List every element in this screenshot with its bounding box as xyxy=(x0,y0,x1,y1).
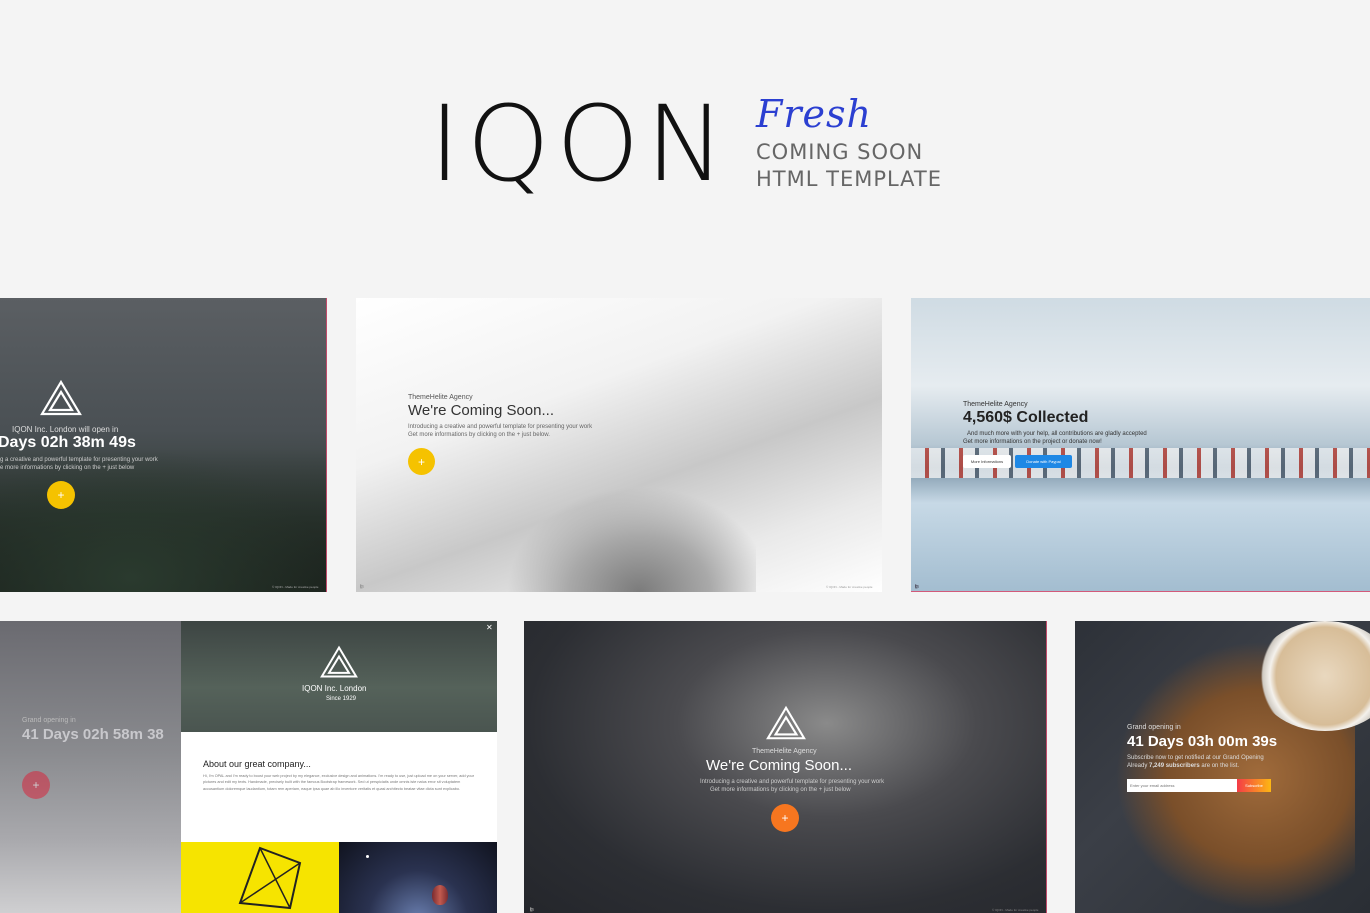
title-text: We're Coming Soon... xyxy=(408,402,554,419)
plus-button[interactable]: + xyxy=(771,804,799,832)
company-name: IQON Inc. London xyxy=(302,684,367,693)
subscribe-button[interactable]: Subscribe xyxy=(1237,779,1271,792)
preview-card-clouds[interactable]: ThemeHelite Agency We're Coming Soon... … xyxy=(356,298,882,592)
desc-pre: Already xyxy=(1127,763,1150,769)
keyboard-image xyxy=(0,621,181,913)
plus-button[interactable]: + xyxy=(408,448,435,475)
triangle-logo-icon xyxy=(40,380,82,416)
footer-text: © IQON - Made for creative people xyxy=(992,908,1039,912)
preview-card-about[interactable]: Grand opening in 41 Days 02h 58m 38 + IQ… xyxy=(0,621,497,913)
about-text: Hi, I'm OPAL and I'm ready to boost your… xyxy=(203,774,475,791)
description-line-2: e more informations by clicking on the +… xyxy=(0,465,135,471)
rock-image xyxy=(496,478,756,592)
star-dot xyxy=(366,855,369,858)
donate-paypal-button[interactable]: Donate with Paypal xyxy=(1015,455,1072,468)
eyebrow-text: Grand opening in xyxy=(1127,724,1181,731)
description-line-2: Get more informations on the project or … xyxy=(963,439,1102,445)
since-text: Since 1929 xyxy=(326,696,357,702)
footer-text: © IQON - Made for creative people xyxy=(272,585,319,589)
subscriber-count: 7,249 subscribers xyxy=(1149,763,1200,769)
countdown-text: 41 Days 02h 58m 38 xyxy=(22,726,164,743)
tagline-line-1: COMING SOON xyxy=(756,140,924,164)
title-text: We're Coming Soon... xyxy=(706,757,852,774)
eyebrow-text: Grand opening in xyxy=(22,717,76,724)
about-title: About our great company... xyxy=(203,759,311,769)
description-line-2: Get more informations by clicking on the… xyxy=(408,432,550,438)
triangle-logo-icon xyxy=(766,705,806,740)
description-line-1: Introducing a creative and powerful temp… xyxy=(408,424,593,430)
plus-button[interactable]: + xyxy=(22,771,50,799)
preview-card-lake[interactable]: ThemeHelite Agency 4,560$ Collected And … xyxy=(911,298,1370,592)
eyebrow-text: ThemeHelite Agency xyxy=(963,401,1028,408)
geometric-shape-icon xyxy=(238,846,302,910)
close-icon[interactable]: ✕ xyxy=(486,623,493,632)
balloon-image xyxy=(432,885,448,905)
preview-card-cat[interactable]: ThemeHelite Agency We're Coming Soon... … xyxy=(524,621,1047,913)
description-line-2: Get more informations by clicking on the… xyxy=(710,787,851,793)
email-input[interactable] xyxy=(1127,779,1237,792)
github-icon[interactable]: o xyxy=(915,584,918,590)
description-line-1: Introducing a creative and powerful temp… xyxy=(700,779,885,785)
eyebrow-text: ThemeHelite Agency xyxy=(752,748,817,755)
tagline-script: Fresh xyxy=(756,92,872,136)
tagline-line-2: HTML TEMPLATE xyxy=(756,167,943,191)
night-sky-image xyxy=(339,842,497,913)
more-info-button[interactable]: More Informations xyxy=(963,455,1011,468)
eyebrow-text: IQON Inc. London will open in xyxy=(12,425,119,434)
eyebrow-text: ThemeHelite Agency xyxy=(408,394,473,401)
github-icon[interactable]: o xyxy=(530,907,533,913)
description-line-2: Already 7,249 subscribers are on the lis… xyxy=(1127,763,1239,770)
description-line-1: Subscribe now to get notified at our Gra… xyxy=(1127,755,1264,761)
page: IQON Fresh COMING SOON HTML TEMPLATE IQO… xyxy=(0,0,1370,913)
countdown-text: Days 02h 38m 49s xyxy=(0,434,136,451)
desc-post: are on the list. xyxy=(1199,763,1240,769)
triangle-logo-icon xyxy=(320,645,358,678)
github-icon[interactable]: o xyxy=(360,584,363,590)
brand-logo-text: IQON xyxy=(429,83,732,205)
preview-card-breakfast[interactable]: Grand opening in 41 Days 03h 00m 39s Sub… xyxy=(1075,621,1370,913)
footer-text: © IQON - Made for creative people xyxy=(826,585,873,589)
plus-button[interactable]: + xyxy=(47,481,75,509)
description-line-1: And much more with your help, all contri… xyxy=(967,431,1147,437)
countdown-text: 41 Days 03h 00m 39s xyxy=(1127,733,1278,750)
preview-card-forest[interactable]: IQON Inc. London will open in Days 02h 3… xyxy=(0,298,327,592)
title-text: 4,560$ Collected xyxy=(963,409,1089,426)
description-line-1: g a creative and powerful template for p… xyxy=(0,457,158,463)
